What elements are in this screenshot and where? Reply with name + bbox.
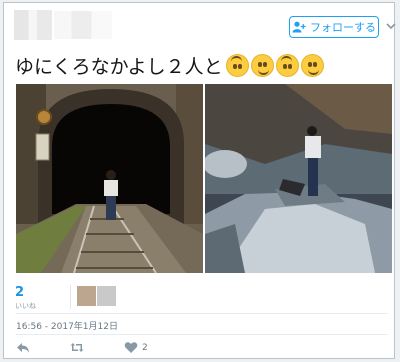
- retweet-button[interactable]: [70, 341, 84, 354]
- like-button[interactable]: 2: [124, 341, 148, 354]
- likes-label: いいね: [15, 302, 36, 310]
- upside-down-face-icon: [225, 53, 249, 77]
- photo-riverside[interactable]: [205, 84, 392, 273]
- heart-icon: [124, 342, 138, 353]
- tweet-card: フォローする ゆにくろなかよし２人と 2 いいね 16:56 - 2017年1月…: [3, 2, 396, 359]
- author-avatar[interactable]: [14, 10, 52, 40]
- divider: [16, 334, 388, 335]
- photo-tunnel-graphic: [16, 84, 203, 273]
- retweet-icon: [70, 343, 84, 352]
- liker-avatar[interactable]: [97, 286, 116, 306]
- reply-icon: [17, 343, 29, 353]
- photo-riverside-graphic: [205, 84, 392, 273]
- divider: [16, 313, 388, 314]
- smiling-face-icon: [300, 53, 324, 77]
- tweet-text: ゆにくろなかよし２人と: [15, 50, 324, 80]
- stats-divider: [70, 285, 71, 309]
- chevron-down-icon[interactable]: [386, 21, 396, 31]
- follow-button[interactable]: フォローする: [289, 16, 379, 38]
- reply-button[interactable]: [16, 341, 30, 354]
- tweet-timestamp[interactable]: 16:56 - 2017年1月12日: [16, 319, 118, 332]
- photo-tunnel[interactable]: [16, 84, 203, 273]
- smiling-face-icon: [250, 53, 274, 77]
- upside-down-face-icon: [275, 53, 299, 77]
- liker-avatar[interactable]: [77, 286, 96, 306]
- follow-label: フォローする: [310, 21, 376, 34]
- tweet-stats: 2 いいね: [15, 285, 385, 311]
- likes-count[interactable]: 2: [15, 285, 24, 300]
- tweet-text-body: ゆにくろなかよし２人と: [15, 55, 223, 78]
- person-add-icon: [292, 21, 306, 33]
- like-count: 2: [142, 342, 148, 353]
- author-name-blurred[interactable]: [54, 11, 112, 39]
- emoji-group: [225, 53, 324, 77]
